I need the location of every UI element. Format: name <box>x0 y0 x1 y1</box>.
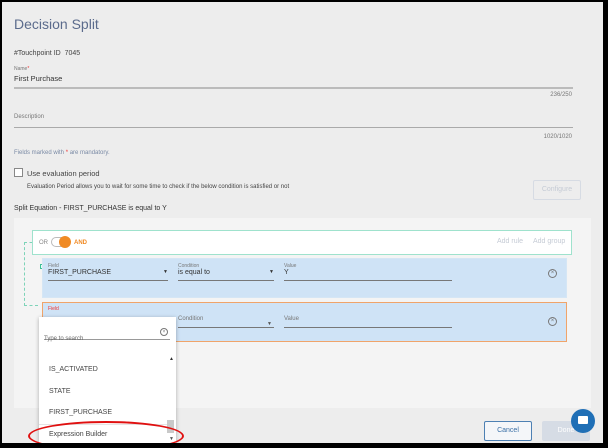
required-star: * <box>27 66 30 72</box>
search-placeholder: Type to search <box>44 336 84 342</box>
dropdown-option[interactable]: STATE <box>49 388 71 395</box>
caret-down-icon: ▼ <box>269 269 274 275</box>
evaluation-checkbox[interactable] <box>14 168 23 177</box>
remove-rule-icon[interactable]: × <box>548 317 557 326</box>
name-underline <box>14 87 573 89</box>
caret-down-icon: ▼ <box>267 321 272 327</box>
value-input[interactable]: Y <box>284 269 452 281</box>
page-title: Decision Split <box>14 16 99 32</box>
evaluation-help: Evaluation Period allows you to wait for… <box>27 184 290 190</box>
field-select[interactable]: FIRST_PURCHASE ▼ <box>48 269 168 281</box>
rule-group-header: OR AND Add rule Add group <box>32 230 572 255</box>
name-label: Name* <box>14 66 29 72</box>
touchpoint-value: 7045 <box>64 50 81 57</box>
dropdown-search-input[interactable]: Type to search × <box>44 327 170 342</box>
chat-icon <box>578 416 588 424</box>
dropdown-option[interactable]: IS_ACTIVATED <box>49 366 98 373</box>
remove-rule-icon[interactable]: × <box>548 269 557 278</box>
mandatory-note: Fields marked with * are mandatory. <box>14 150 110 156</box>
evaluation-checkbox-label[interactable]: Use evaluation period <box>27 169 100 178</box>
condition-select[interactable]: Condition <box>178 316 203 322</box>
name-counter: 236/250 <box>550 92 572 98</box>
touchpoint-label: #Touchpoint ID <box>14 50 61 57</box>
note-prefix: Fields marked with <box>14 150 65 156</box>
description-label: Description <box>14 114 45 120</box>
chat-button[interactable] <box>571 409 595 433</box>
configure-button[interactable]: Configure <box>533 180 581 200</box>
or-label[interactable]: OR <box>39 240 48 246</box>
value-underline <box>284 327 452 328</box>
field-label: Field <box>48 306 59 312</box>
condition-value: is equal to <box>178 269 210 276</box>
rule-row-1: Field FIRST_PURCHASE ▼ Condition is equal… <box>42 258 567 298</box>
add-rule-button[interactable]: Add rule <box>497 238 523 245</box>
and-or-toggle[interactable] <box>51 236 71 248</box>
condition-select[interactable]: is equal to ▼ <box>178 269 274 281</box>
note-star: * <box>65 150 69 156</box>
and-label[interactable]: AND <box>74 240 87 246</box>
add-group-button[interactable]: Add group <box>533 238 565 245</box>
note-suffix: are mandatory. <box>69 150 110 156</box>
name-label-text: Name <box>14 66 28 72</box>
value-input[interactable]: Value <box>284 316 299 322</box>
caret-down-icon: ▼ <box>163 269 168 275</box>
touchpoint-id: #Touchpoint ID 7045 <box>14 50 80 57</box>
cancel-button[interactable]: Cancel <box>484 421 532 441</box>
name-input[interactable]: First Purchase <box>14 74 573 89</box>
description-counter: 1020/1020 <box>543 134 572 140</box>
annotation-ellipse <box>28 421 184 443</box>
description-underline <box>14 127 573 128</box>
toggle-knob <box>59 236 71 248</box>
split-equation: Split Equation - FIRST_PURCHASE is equal… <box>14 205 167 212</box>
scroll-up-icon[interactable]: ▲ <box>169 356 174 362</box>
name-value: First Purchase <box>14 74 63 83</box>
clear-search-icon[interactable]: × <box>160 328 168 336</box>
description-input[interactable]: Description <box>14 114 573 129</box>
value-text: Y <box>284 269 289 276</box>
field-value: FIRST_PURCHASE <box>48 269 112 276</box>
dropdown-option[interactable]: FIRST_PURCHASE <box>49 409 112 416</box>
decision-split-dialog: Decision Split #Touchpoint ID 7045 Name*… <box>2 2 603 443</box>
condition-underline: ▼ <box>178 321 274 328</box>
